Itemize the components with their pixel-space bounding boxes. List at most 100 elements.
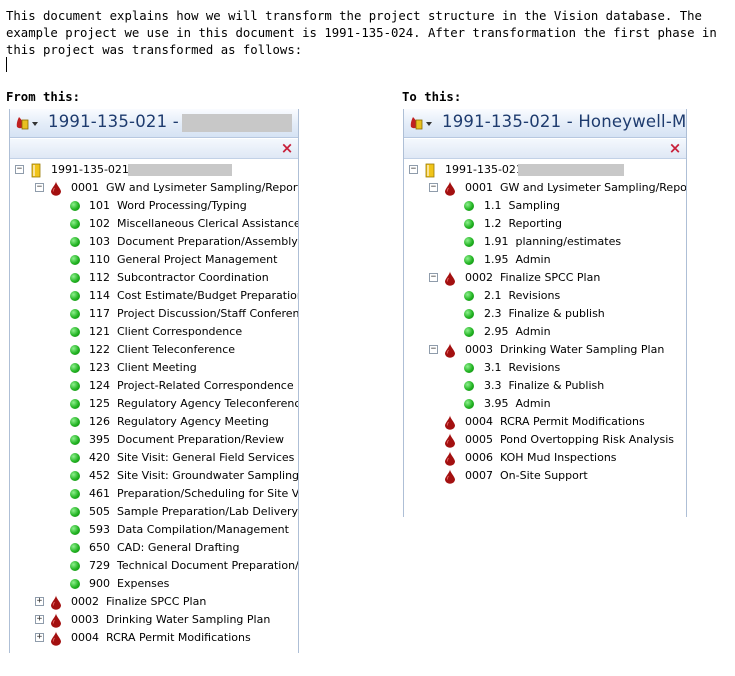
item-code: 505 bbox=[89, 505, 110, 518]
tree-task-row[interactable]: 1.2 Reporting bbox=[404, 215, 686, 233]
item-name: RCRA Permit Modifications bbox=[500, 415, 645, 428]
tree-phase-row[interactable]: 0005 Pond Overtopping Risk Analysis bbox=[404, 431, 686, 449]
tree-task-row[interactable]: 1.1 Sampling bbox=[404, 197, 686, 215]
project-menu-icon[interactable] bbox=[408, 114, 434, 132]
collapse-toggle[interactable]: − bbox=[15, 165, 24, 174]
task-status-icon bbox=[70, 525, 80, 535]
left-tree: −1991-135-021−0001 GW and Lysimeter Samp… bbox=[10, 161, 298, 653]
tree-task-row[interactable]: 125 Regulatory Agency Teleconference bbox=[10, 395, 298, 413]
project-folder-icon bbox=[31, 163, 41, 178]
item-name: Finalize & Publish bbox=[508, 379, 605, 392]
tree-task-row[interactable]: 102 Miscellaneous Clerical Assistance bbox=[10, 215, 298, 233]
tree-task-row[interactable]: 729 Technical Document Preparation/R bbox=[10, 557, 298, 575]
close-icon[interactable]: × bbox=[280, 141, 294, 156]
tree-task-row[interactable]: 420 Site Visit: General Field Services bbox=[10, 449, 298, 467]
collapse-toggle[interactable]: − bbox=[429, 183, 438, 192]
tree-task-row[interactable]: 3.3 Finalize & Publish bbox=[404, 377, 686, 395]
tree-task-row[interactable]: 123 Client Meeting bbox=[10, 359, 298, 377]
tree-task-row[interactable]: 3.1 Revisions bbox=[404, 359, 686, 377]
item-name: Sample Preparation/Lab Delivery bbox=[117, 505, 299, 518]
task-status-icon bbox=[70, 255, 80, 265]
item-name: Revisions bbox=[508, 361, 561, 374]
tree-task-row[interactable]: 121 Client Correspondence bbox=[10, 323, 298, 341]
tree-task-row[interactable]: 103 Document Preparation/Assembly bbox=[10, 233, 298, 251]
right-panel-toolbar: × bbox=[404, 139, 686, 159]
tree-phase-row[interactable]: − 0003 Drinking Water Sampling Plan bbox=[404, 341, 686, 359]
tree-root-row[interactable]: − 1991-135-021 bbox=[404, 161, 686, 179]
tree-task-row[interactable]: 2.95 Admin bbox=[404, 323, 686, 341]
phase-drop-icon bbox=[51, 181, 61, 196]
tree-task-row[interactable]: 126 Regulatory Agency Meeting bbox=[10, 413, 298, 431]
task-label: 1.2 Reporting bbox=[484, 215, 562, 233]
item-code: 2.95 bbox=[484, 325, 509, 338]
tree-task-row[interactable]: 1.91 planning/estimates bbox=[404, 233, 686, 251]
tree-task-row[interactable]: 117 Project Discussion/Staff Conferenc bbox=[10, 305, 298, 323]
task-status-icon bbox=[464, 381, 474, 391]
tree-task-row[interactable]: 593 Data Compilation/Management bbox=[10, 521, 298, 539]
tree-task-row[interactable]: 2.1 Revisions bbox=[404, 287, 686, 305]
tree-task-row[interactable]: 900 Expenses bbox=[10, 575, 298, 593]
tree-task-row[interactable]: 650 CAD: General Drafting bbox=[10, 539, 298, 557]
project-menu-icon[interactable] bbox=[14, 114, 40, 132]
task-status-icon bbox=[70, 579, 80, 589]
tree-task-row[interactable]: 3.95 Admin bbox=[404, 395, 686, 413]
tree-phase-row[interactable]: − 0001 GW and Lysimeter Sampling/Reportin bbox=[10, 179, 298, 197]
phase-label: 0002 Finalize SPCC Plan bbox=[71, 593, 206, 611]
expand-toggle[interactable]: + bbox=[35, 633, 44, 642]
task-status-icon bbox=[464, 327, 474, 337]
tree-task-row[interactable]: 112 Subcontractor Coordination bbox=[10, 269, 298, 287]
item-code: 593 bbox=[89, 523, 110, 536]
root-project-label: 1991-135-021 bbox=[51, 163, 129, 176]
expand-toggle[interactable]: + bbox=[35, 597, 44, 606]
phase-drop-icon bbox=[445, 469, 455, 484]
task-status-icon bbox=[70, 543, 80, 553]
tree-task-row[interactable]: 110 General Project Management bbox=[10, 251, 298, 269]
tree-task-row[interactable]: 505 Sample Preparation/Lab Delivery bbox=[10, 503, 298, 521]
item-code: 0004 bbox=[465, 415, 493, 428]
item-code: 0002 bbox=[465, 271, 493, 284]
tree-phase-row[interactable]: 0007 On-Site Support bbox=[404, 467, 686, 485]
item-code: 0005 bbox=[465, 433, 493, 446]
tree-task-row[interactable]: 114 Cost Estimate/Budget Preparation bbox=[10, 287, 298, 305]
tree-task-row[interactable]: 1.95 Admin bbox=[404, 251, 686, 269]
item-name: Finalize & publish bbox=[508, 307, 605, 320]
item-code: 0001 bbox=[71, 181, 99, 194]
tree-task-row[interactable]: 395 Document Preparation/Review bbox=[10, 431, 298, 449]
tree-phase-row[interactable]: 0004 RCRA Permit Modifications bbox=[404, 413, 686, 431]
tree-phase-row[interactable]: +0003 Drinking Water Sampling Plan bbox=[10, 611, 298, 629]
tree-phase-row[interactable]: − 0002 Finalize SPCC Plan bbox=[404, 269, 686, 287]
tree-task-row[interactable]: 124 Project-Related Correspondence bbox=[10, 377, 298, 395]
collapse-toggle[interactable]: − bbox=[409, 165, 418, 174]
tree-phase-row[interactable]: 0006 KOH Mud Inspections bbox=[404, 449, 686, 467]
task-label: 2.3 Finalize & publish bbox=[484, 305, 605, 323]
tree-task-row[interactable]: 122 Client Teleconference bbox=[10, 341, 298, 359]
phase-drop-icon bbox=[445, 415, 455, 430]
right-panel-titlebar: 1991-135-021 - Honeywell-Met bbox=[404, 109, 686, 138]
task-label: 123 Client Meeting bbox=[89, 359, 197, 377]
expand-toggle[interactable]: + bbox=[35, 615, 44, 624]
tree-task-row[interactable]: 2.3 Finalize & publish bbox=[404, 305, 686, 323]
tree-phase-row[interactable]: +0002 Finalize SPCC Plan bbox=[10, 593, 298, 611]
close-icon[interactable]: × bbox=[668, 141, 682, 156]
task-label: 125 Regulatory Agency Teleconference bbox=[89, 395, 298, 413]
redacted-client-name bbox=[128, 164, 232, 176]
item-code: 112 bbox=[89, 271, 110, 284]
tree-phase-row[interactable]: − 0001 GW and Lysimeter Sampling/Reportin bbox=[404, 179, 686, 197]
item-name: Site Visit: General Field Services bbox=[117, 451, 295, 464]
collapse-toggle[interactable]: − bbox=[429, 345, 438, 354]
tree-phase-row[interactable]: +0004 RCRA Permit Modifications bbox=[10, 629, 298, 647]
item-name: Admin bbox=[515, 397, 551, 410]
tree-task-row[interactable]: 461 Preparation/Scheduling for Site Visi bbox=[10, 485, 298, 503]
collapse-toggle[interactable]: − bbox=[35, 183, 44, 192]
collapse-toggle[interactable]: − bbox=[429, 273, 438, 282]
tree-task-row[interactable]: 452 Site Visit: Groundwater Sampling bbox=[10, 467, 298, 485]
phase-label: 0007 On-Site Support bbox=[465, 467, 588, 485]
tree-root-row[interactable]: − 1991-135-021 bbox=[10, 161, 298, 179]
item-name: Document Preparation/Review bbox=[117, 433, 284, 446]
right-panel-title: 1991-135-021 - Honeywell-Met bbox=[442, 112, 686, 131]
item-code: 1.95 bbox=[484, 253, 509, 266]
tree-task-row[interactable]: 101 Word Processing/Typing bbox=[10, 197, 298, 215]
item-code: 2.1 bbox=[484, 289, 502, 302]
item-code: 452 bbox=[89, 469, 110, 482]
phase-label: 0002 Finalize SPCC Plan bbox=[465, 269, 600, 287]
